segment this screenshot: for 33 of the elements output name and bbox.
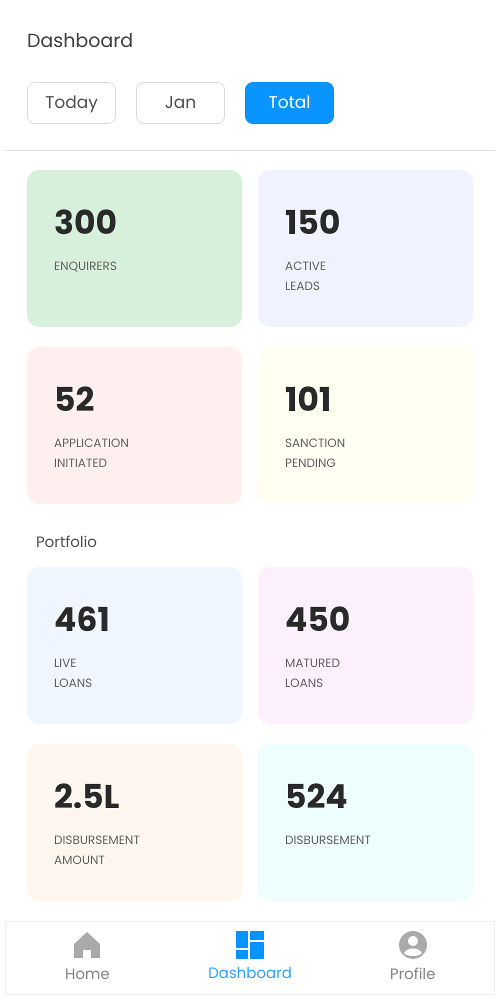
stat-label: SANCTION PENDING	[285, 434, 346, 474]
stat-label: DISBURSEMENT	[285, 830, 371, 851]
stat-label: DISBURSEMENT AMOUNT	[54, 830, 140, 871]
stat-card[interactable]: 524 DISBURSEMENT	[258, 744, 473, 901]
stat-value: 150	[285, 203, 340, 244]
stat-card[interactable]: 300 ENQUIRERS	[27, 170, 242, 328]
filter-tab[interactable]: Today	[27, 82, 116, 124]
stat-card[interactable]: 101 SANCTION PENDING	[258, 347, 473, 504]
stat-value: 461	[54, 600, 110, 640]
page-title: Dashboard	[27, 27, 134, 56]
stat-value: 101	[285, 380, 332, 420]
section-heading: Portfolio	[36, 532, 97, 555]
stat-value: 524	[285, 776, 348, 817]
stat-value: 2.5L	[54, 776, 120, 817]
stat-label: ACTIVE LEADS	[285, 257, 326, 298]
stat-card[interactable]: 461 LIVE LOANS	[27, 566, 242, 724]
nav-tab[interactable]: Profile	[352, 930, 473, 986]
stat-label: LIVE LOANS	[54, 654, 92, 694]
stat-label: ENQUIRERS	[54, 257, 117, 278]
stat-label: MATURED LOANS	[285, 654, 340, 694]
stat-card[interactable]: 150 ACTIVE LEADS	[258, 170, 473, 328]
stat-card[interactable]: 2.5L DISBURSEMENT AMOUNT	[27, 744, 242, 901]
home-icon	[72, 930, 102, 960]
stat-label: APPLICATION INITIATED	[54, 434, 129, 474]
filter-tab[interactable]: Jan	[136, 82, 225, 124]
nav-tab[interactable]: Home	[27, 930, 148, 986]
profile-icon	[398, 930, 428, 960]
stat-value: 52	[54, 380, 94, 420]
stat-card[interactable]: 52 APPLICATION INITIATED	[27, 347, 242, 504]
stat-value: 450	[285, 600, 350, 640]
dashboard-icon	[236, 930, 264, 959]
stat-value: 300	[54, 203, 117, 244]
stat-card[interactable]: 450 MATURED LOANS	[258, 566, 473, 724]
